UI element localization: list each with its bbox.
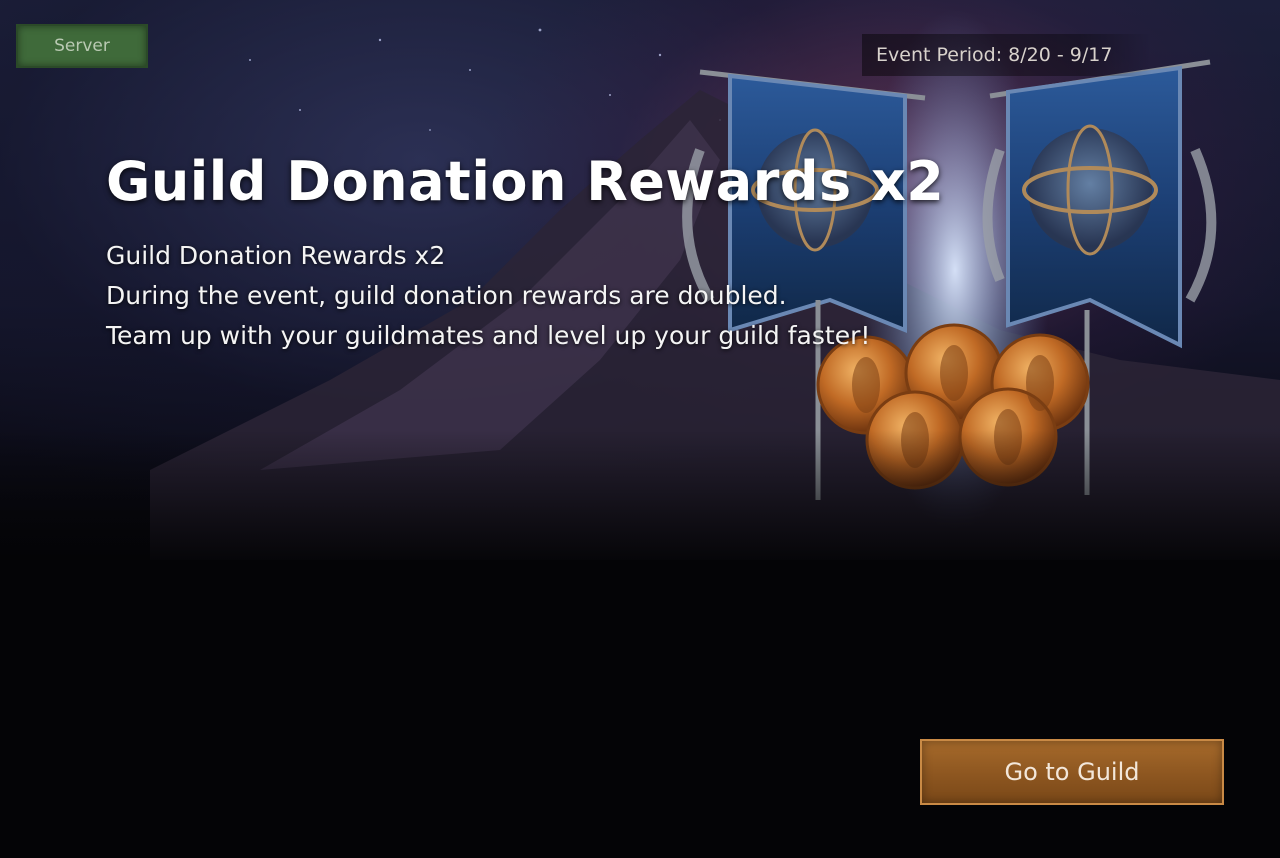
event-period: Event Period: 8/20 - 9/17 — [862, 34, 1152, 76]
event-screen: Server Event Period: 8/20 - 9/17 Guild D… — [0, 0, 1280, 858]
go-to-guild-label: Go to Guild — [1004, 758, 1140, 786]
description-line: Guild Donation Rewards x2 — [106, 241, 446, 270]
go-to-guild-button[interactable]: Go to Guild — [920, 739, 1224, 805]
server-button-label: Server — [54, 36, 110, 56]
stars — [249, 28, 721, 131]
server-button[interactable]: Server — [16, 24, 148, 68]
description-line: Team up with your guildmates and level u… — [106, 321, 871, 350]
description-line: During the event, guild donation rewards… — [106, 281, 787, 310]
event-period-text: Event Period: 8/20 - 9/17 — [876, 44, 1113, 66]
event-description: Guild Donation Rewards x2 During the eve… — [106, 236, 1006, 356]
event-title: Guild Donation Rewards x2 — [106, 150, 945, 213]
event-artwork — [0, 10, 1280, 858]
